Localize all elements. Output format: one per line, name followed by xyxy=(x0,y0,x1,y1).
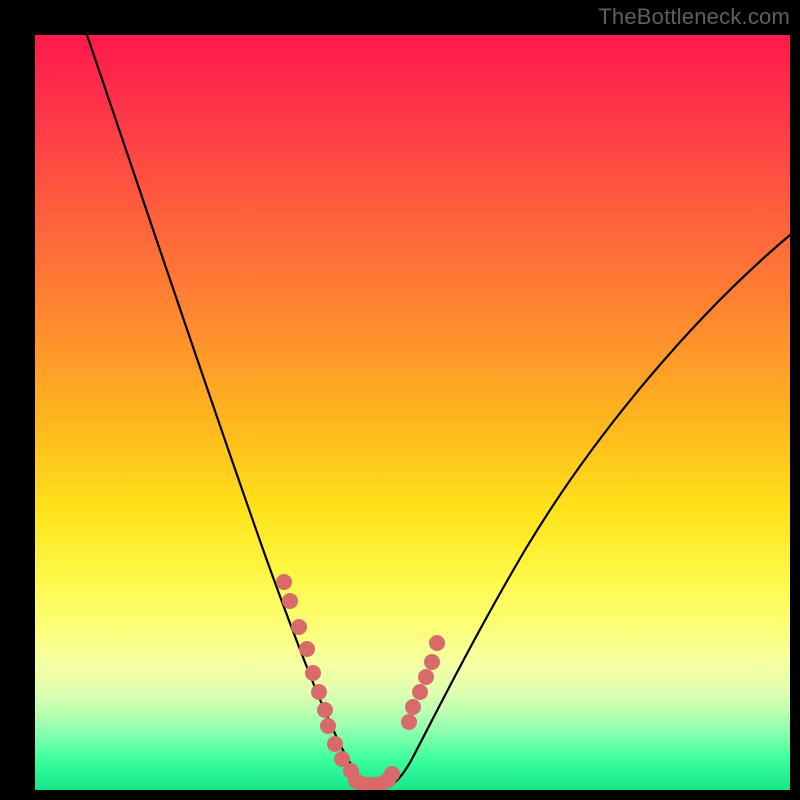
marker-dot xyxy=(405,699,421,715)
marker-dot xyxy=(401,714,417,730)
marker-group xyxy=(276,574,445,790)
bottleneck-curve xyxy=(87,35,790,787)
marker-dot xyxy=(311,684,327,700)
bottleneck-curve-svg xyxy=(35,35,790,790)
watermark-text: TheBottleneck.com xyxy=(598,4,790,30)
marker-dot xyxy=(317,702,333,718)
curve-group xyxy=(87,35,790,787)
marker-dot xyxy=(291,619,307,635)
marker-dot xyxy=(327,736,343,752)
marker-dot xyxy=(412,684,428,700)
marker-dot xyxy=(418,669,434,685)
chart-frame: TheBottleneck.com xyxy=(0,0,800,800)
marker-dot xyxy=(424,654,440,670)
marker-dot xyxy=(276,574,292,590)
plot-area xyxy=(35,35,790,790)
marker-dot xyxy=(282,593,298,609)
marker-dot xyxy=(299,641,315,657)
marker-dot xyxy=(320,718,336,734)
marker-dot xyxy=(429,635,445,651)
marker-dot xyxy=(305,665,321,681)
marker-dot xyxy=(384,766,400,782)
